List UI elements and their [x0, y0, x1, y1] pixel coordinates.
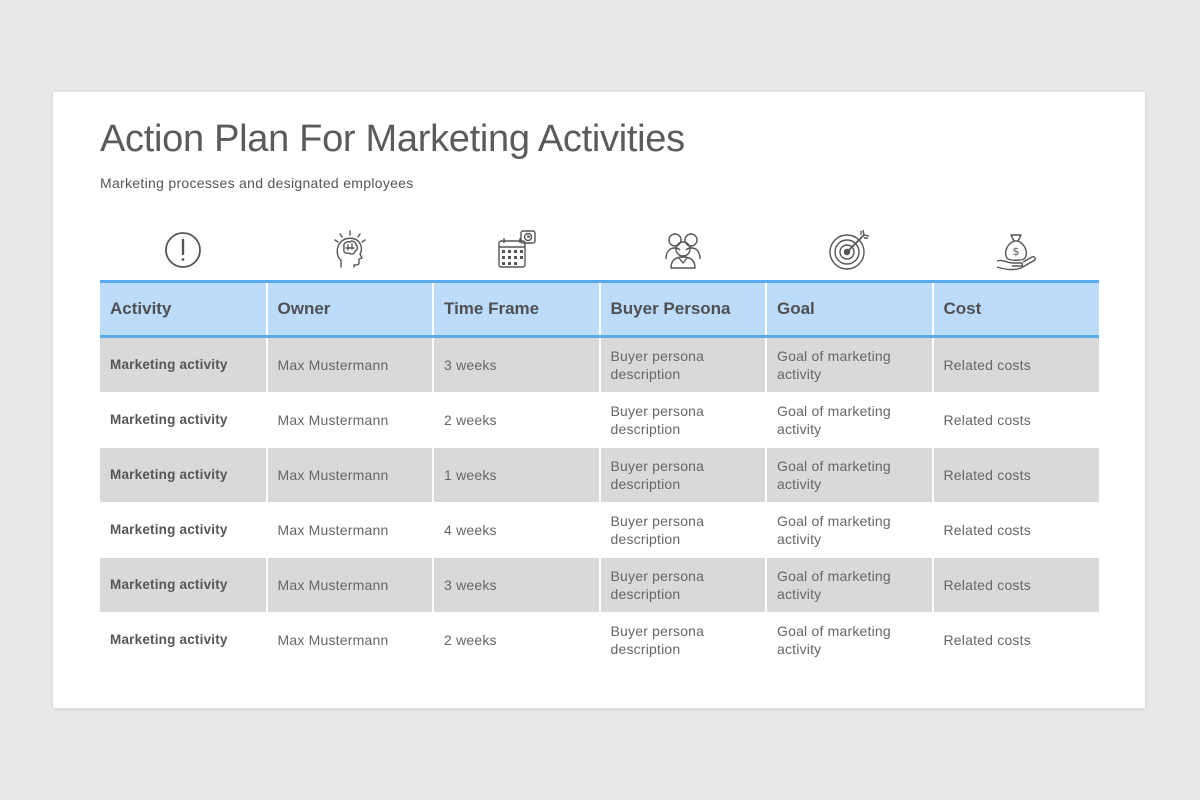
- table-row: Marketing activity Max Mustermann 1 week…: [100, 447, 1099, 503]
- cell-time-frame: 1 weeks: [432, 447, 600, 503]
- cell-time-frame: 3 weeks: [432, 336, 600, 393]
- money-bag-hand-icon: $: [933, 226, 1100, 274]
- cell-goal: Goal of marketing activity: [765, 612, 933, 668]
- cell-buyer-persona: Buyer persona description: [598, 502, 766, 558]
- header-goal: Goal: [765, 281, 933, 337]
- table-row: Marketing activity Max Mustermann 3 week…: [100, 336, 1099, 393]
- cell-cost: Related costs: [931, 612, 1099, 668]
- cell-buyer-persona: Buyer persona description: [598, 447, 766, 503]
- cell-owner: Max Mustermann: [265, 447, 433, 503]
- cell-cost: Related costs: [931, 392, 1099, 448]
- cell-buyer-persona: Buyer persona description: [598, 557, 766, 613]
- table-row: Marketing activity Max Mustermann 2 week…: [100, 612, 1099, 668]
- cell-time-frame: 3 weeks: [432, 557, 600, 613]
- cell-activity: Marketing activity: [100, 392, 267, 448]
- header-owner: Owner: [265, 281, 433, 337]
- cell-goal: Goal of marketing activity: [765, 557, 933, 613]
- table-row: Marketing activity Max Mustermann 3 week…: [100, 557, 1099, 613]
- cell-owner: Max Mustermann: [265, 502, 433, 558]
- header-buyer-persona: Buyer Persona: [598, 281, 766, 337]
- svg-text:$: $: [1012, 245, 1019, 258]
- header-cost: Cost: [931, 281, 1099, 337]
- icon-row: $: [100, 226, 1099, 274]
- header-time-frame: Time Frame: [432, 281, 600, 337]
- page-subtitle: Marketing processes and designated emplo…: [100, 175, 414, 191]
- cell-activity: Marketing activity: [100, 336, 267, 393]
- calendar-clock-icon: [433, 226, 600, 274]
- header-activity: Activity: [110, 299, 172, 318]
- action-plan-table: Activity Owner Time Frame Buyer Persona …: [100, 280, 1099, 668]
- cell-cost: Related costs: [931, 336, 1099, 393]
- cell-goal: Goal of marketing activity: [765, 447, 933, 503]
- cell-time-frame: 2 weeks: [432, 392, 600, 448]
- cell-owner: Max Mustermann: [265, 557, 433, 613]
- cell-activity: Marketing activity: [100, 612, 267, 668]
- cell-cost: Related costs: [931, 502, 1099, 558]
- brain-head-icon: [267, 226, 434, 274]
- slide: Action Plan For Marketing Activities Mar…: [53, 92, 1145, 708]
- cell-goal: Goal of marketing activity: [765, 336, 933, 393]
- cell-activity: Marketing activity: [100, 502, 267, 558]
- page-title: Action Plan For Marketing Activities: [100, 118, 685, 160]
- cell-time-frame: 4 weeks: [432, 502, 600, 558]
- exclamation-circle-icon: [100, 226, 267, 274]
- cell-goal: Goal of marketing activity: [765, 502, 933, 558]
- cell-activity: Marketing activity: [100, 557, 267, 613]
- cell-owner: Max Mustermann: [265, 336, 433, 393]
- cell-activity: Marketing activity: [100, 447, 267, 503]
- cell-time-frame: 2 weeks: [432, 612, 600, 668]
- cell-cost: Related costs: [931, 557, 1099, 613]
- cell-owner: Max Mustermann: [265, 392, 433, 448]
- cell-cost: Related costs: [931, 447, 1099, 503]
- cell-buyer-persona: Buyer persona description: [598, 612, 766, 668]
- table-header-row: Activity Owner Time Frame Buyer Persona …: [100, 281, 1099, 337]
- cell-buyer-persona: Buyer persona description: [598, 336, 766, 393]
- table-row: Marketing activity Max Mustermann 4 week…: [100, 502, 1099, 558]
- target-arrow-icon: [766, 226, 933, 274]
- cell-owner: Max Mustermann: [265, 612, 433, 668]
- people-group-icon: [600, 226, 767, 274]
- cell-goal: Goal of marketing activity: [765, 392, 933, 448]
- cell-buyer-persona: Buyer persona description: [598, 392, 766, 448]
- table-row: Marketing activity Max Mustermann 2 week…: [100, 392, 1099, 448]
